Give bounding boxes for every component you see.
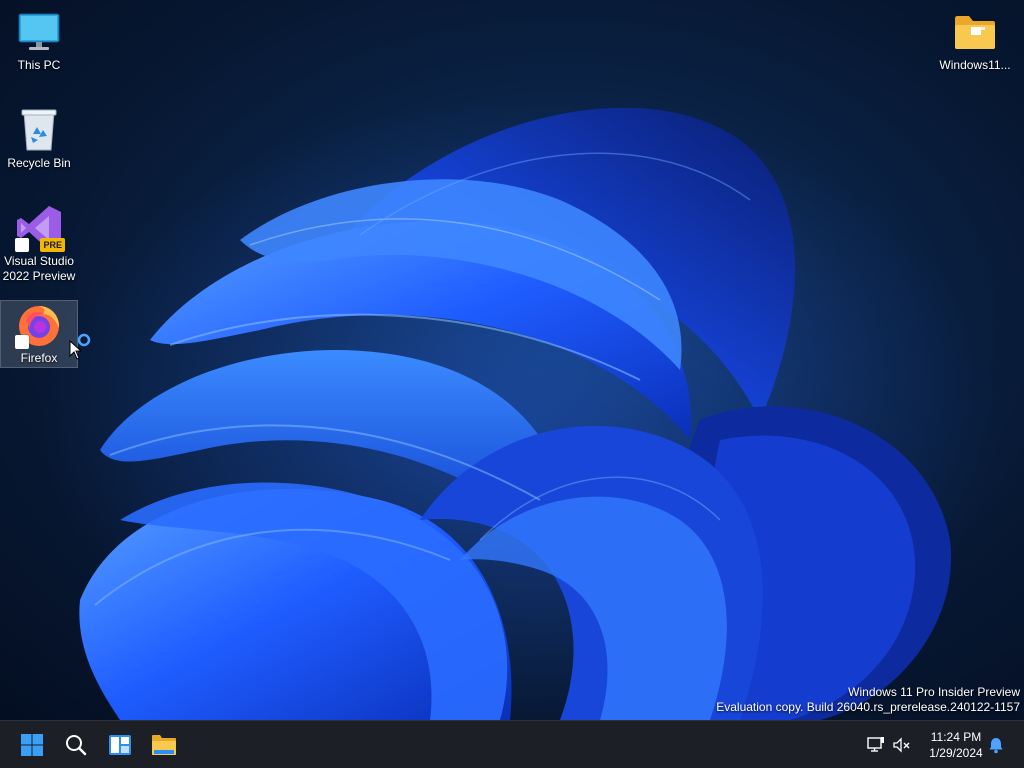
shortcut-arrow-icon [15,335,29,349]
evaluation-watermark: Windows 11 Pro Insider Preview Evaluatio… [716,685,1020,715]
start-button[interactable] [12,725,52,765]
desktop-icon-label: Visual Studio 2022 Preview [2,254,76,283]
shortcut-arrow-icon [15,238,29,252]
desktop-icon-windows11-folder[interactable]: Windows11... [936,8,1014,73]
network-icon[interactable] [866,735,886,755]
desktop[interactable]: This PC Recycle Bin PRE Visual Studio 20… [0,0,1024,720]
firefox-icon [15,301,63,349]
watermark-build: Evaluation copy. Build 26040.rs_prerelea… [716,700,1020,714]
search-icon [66,735,87,756]
clock[interactable]: 11:24 PM 1/29/2024 [916,729,996,761]
clock-date: 1/29/2024 [929,746,983,760]
desktop-icon-label: This PC [17,58,61,72]
desktop-icon-visual-studio[interactable]: PRE Visual Studio 2022 Preview [0,204,78,284]
desktop-icon-firefox[interactable]: Firefox [0,300,78,368]
windows-start-icon [21,734,43,756]
file-explorer-button[interactable] [144,725,184,765]
wallpaper-bloom [40,100,1000,720]
folder-icon [951,8,999,56]
taskbar: 11:24 PM 1/29/2024 [0,720,1024,768]
desktop-icon-label: Recycle Bin [7,156,71,170]
desktop-icon-recycle-bin[interactable]: Recycle Bin [0,106,78,171]
speaker-muted-icon[interactable] [892,735,912,755]
visual-studio-icon: PRE [15,204,65,252]
monitor-icon [15,8,63,56]
busy-spinner-icon [77,333,91,347]
desktop-icon-label: Windows11... [939,58,1011,72]
watermark-edition: Windows 11 Pro Insider Preview [848,685,1020,699]
desktop-icon-label: Firefox [20,351,58,365]
notification-bell-icon[interactable] [986,735,1006,755]
recycle-bin-icon [15,106,63,154]
search-button[interactable] [56,725,96,765]
clock-time: 11:24 PM [930,730,982,744]
widgets-button[interactable] [100,725,140,765]
desktop-icon-this-pc[interactable]: This PC [0,8,78,73]
widgets-icon [109,735,131,755]
preview-badge: PRE [40,238,65,252]
file-explorer-icon [152,735,176,755]
